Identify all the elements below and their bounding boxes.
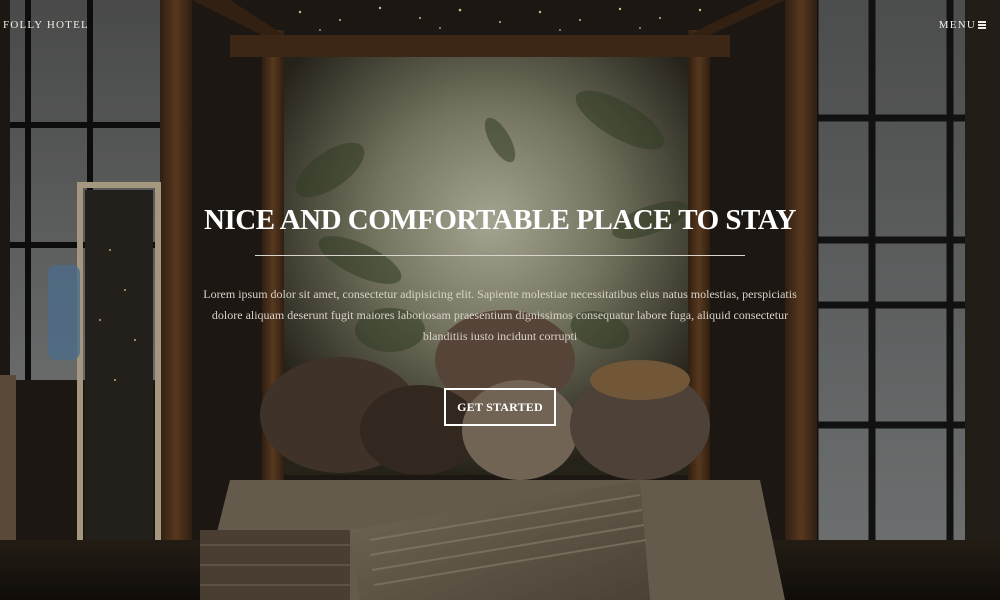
hero-title: NICE AND COMFORTABLE PLACE TO STAY <box>204 204 796 236</box>
get-started-button[interactable]: GET STARTED <box>444 388 556 426</box>
menu-button[interactable]: MENU <box>939 19 986 31</box>
hero-content: NICE AND COMFORTABLE PLACE TO STAY Lorem… <box>0 200 1000 426</box>
hero-section: FOLLY HOTEL MENU NICE AND COMFORTABLE PL… <box>0 0 1000 600</box>
brand-logo[interactable]: FOLLY HOTEL <box>3 19 89 31</box>
hamburger-icon <box>978 21 986 29</box>
top-nav: FOLLY HOTEL MENU <box>0 0 1000 50</box>
menu-label: MENU <box>938 19 976 31</box>
title-divider <box>255 255 745 256</box>
hero-description: Lorem ipsum dolor sit amet, consectetur … <box>203 287 797 343</box>
